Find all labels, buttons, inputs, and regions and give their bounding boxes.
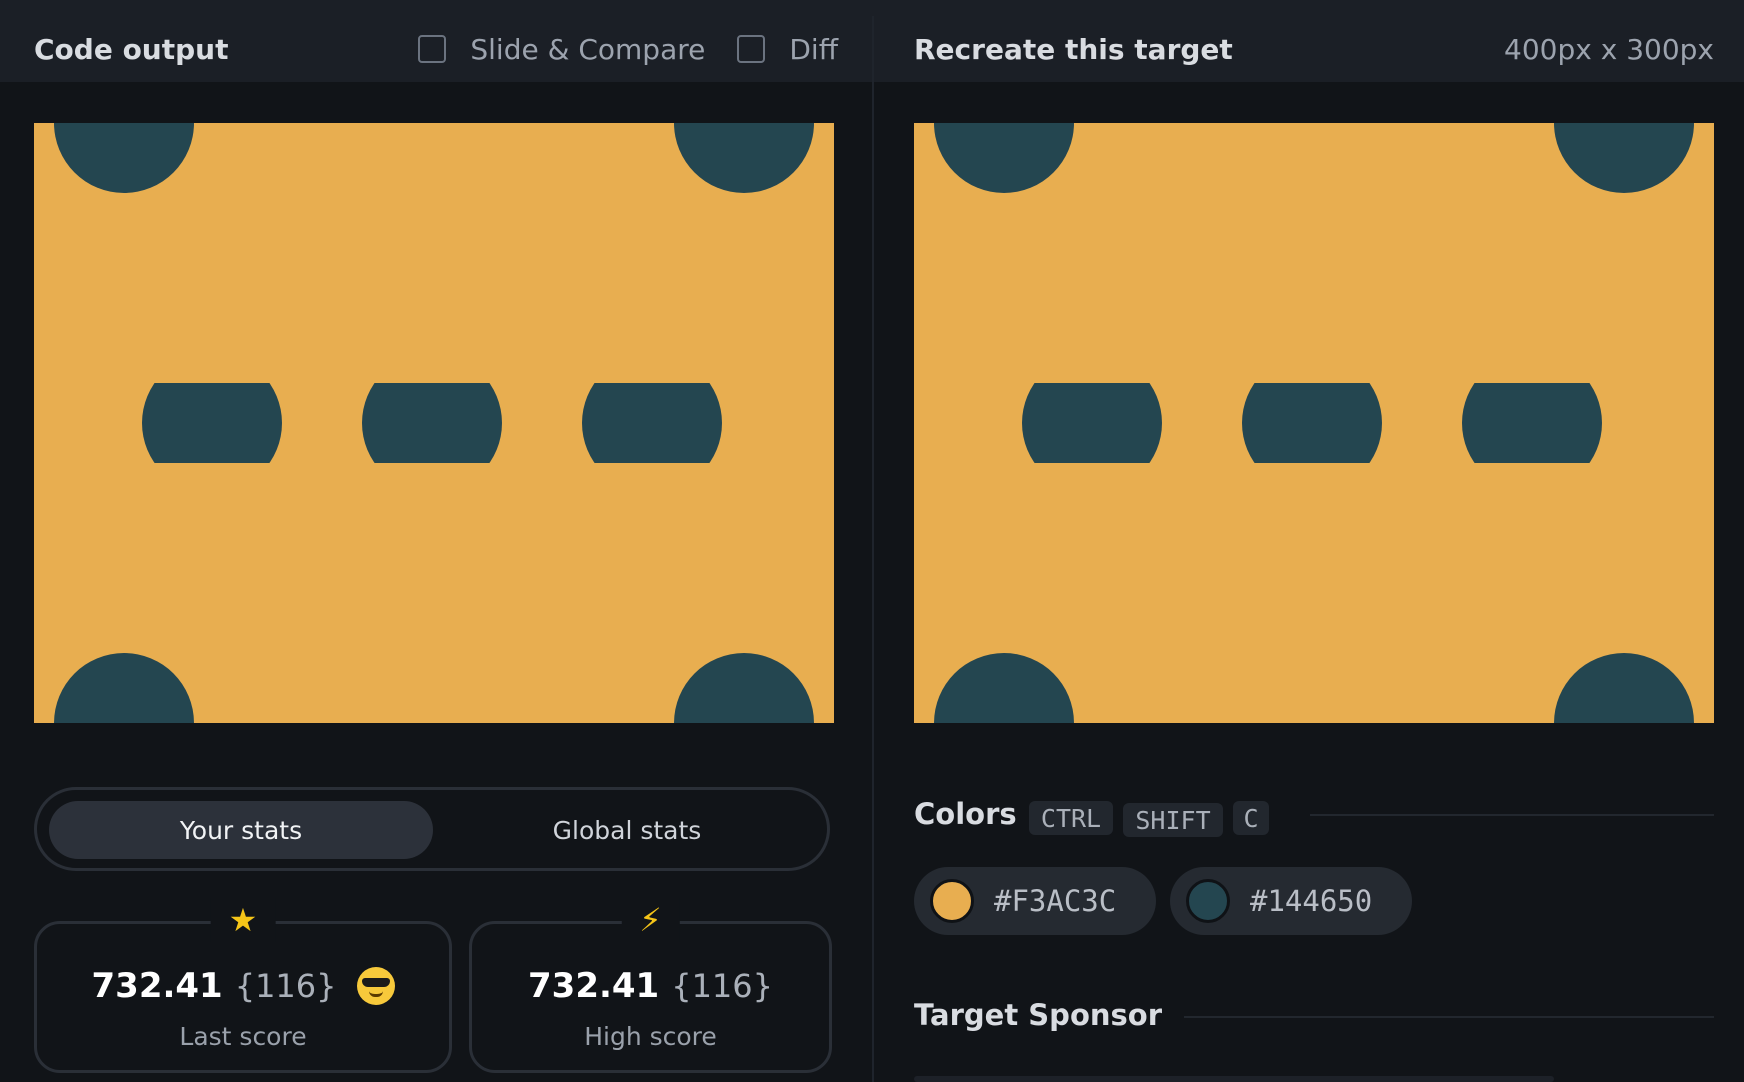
sunglasses-face-icon: [356, 967, 395, 1005]
center-slab-1: [1022, 383, 1162, 463]
last-score-label: Last score: [179, 1022, 307, 1051]
center-slab-1: [142, 383, 282, 463]
shortcut-key-shift: SHIFT: [1123, 803, 1223, 837]
slide-compare-label[interactable]: Slide & Compare: [470, 33, 705, 66]
colors-title: Colors: [914, 797, 1017, 831]
shortcut-key-c: C: [1233, 801, 1269, 835]
corner-circle-top-left: [54, 123, 194, 193]
corner-circle-bottom-right: [1554, 653, 1694, 723]
high-score-label: High score: [584, 1022, 717, 1051]
corner-circle-bottom-left: [54, 653, 194, 723]
corner-circle-top-right: [1554, 123, 1694, 193]
color-dot-2: [1186, 879, 1230, 923]
target-dimensions: 400px x 300px: [1504, 32, 1714, 66]
corner-circle-top-right: [674, 123, 814, 193]
tab-your-stats[interactable]: Your stats: [49, 801, 433, 859]
color-swatch-2[interactable]: #144650: [1170, 867, 1412, 935]
center-slab-3: [1462, 383, 1602, 463]
diff-label[interactable]: Diff: [789, 33, 838, 66]
last-score-value: 732.41: [91, 966, 223, 1006]
high-score-card: ⚡ 732.41 {116} High score: [469, 898, 832, 1073]
corner-circle-bottom-left: [934, 653, 1074, 723]
colors-divider: [1310, 814, 1714, 816]
color-hex-1: #F3AC3C: [994, 884, 1117, 918]
tab-global-stats[interactable]: Global stats: [435, 801, 819, 859]
lightning-icon: ⚡: [621, 898, 680, 942]
target-sponsor-title: Target Sponsor: [914, 998, 1163, 1032]
star-icon: ★: [210, 898, 276, 942]
sponsor-divider: [1184, 1016, 1714, 1018]
target-title: Recreate this target: [914, 32, 1233, 66]
target-header: Recreate this target 400px x 300px: [874, 16, 1744, 82]
target-canvas: [914, 123, 1714, 723]
color-dot-1: [930, 879, 974, 923]
center-slab-2: [362, 383, 502, 463]
color-swatch-1[interactable]: #F3AC3C: [914, 867, 1156, 935]
top-strip: [0, 0, 1744, 16]
slide-compare-checkbox[interactable]: [418, 35, 447, 63]
corner-circle-top-left: [934, 123, 1074, 193]
last-score-card: ★ 732.41 {116} Last score: [34, 898, 452, 1073]
corner-circle-bottom-right: [674, 653, 814, 723]
center-slab-3: [582, 383, 722, 463]
panel-divider: [872, 16, 874, 1082]
high-score-value: 732.41: [528, 966, 660, 1006]
code-output-title: Code output: [34, 32, 229, 66]
diff-checkbox[interactable]: [737, 35, 766, 63]
sponsor-box-edge: [914, 1076, 1554, 1082]
last-score-sub: {116}: [234, 967, 337, 1005]
stats-toggle: Your stats Global stats: [34, 787, 830, 871]
high-score-sub: {116}: [671, 967, 773, 1005]
code-output-canvas[interactable]: [34, 123, 834, 723]
code-output-header: Code output Slide & Compare Diff: [0, 16, 872, 82]
color-hex-2: #144650: [1250, 884, 1373, 918]
shortcut-key-ctrl: CTRL: [1029, 801, 1113, 835]
center-slab-2: [1242, 383, 1382, 463]
